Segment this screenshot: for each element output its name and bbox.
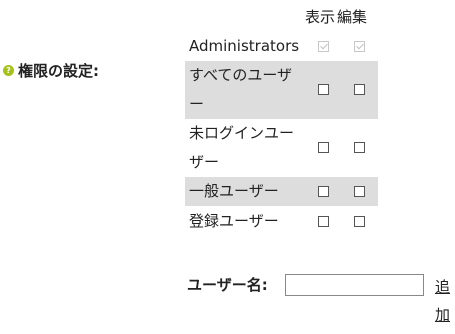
view-checkbox-administrators xyxy=(318,41,329,52)
permissions-section-label: ? 権限の設定: xyxy=(3,60,99,81)
add-user-link[interactable]: 追加 xyxy=(433,273,455,329)
role-row-all-users: すべてのユーザー xyxy=(185,61,378,119)
view-checkbox-anonymous[interactable] xyxy=(318,142,329,153)
role-name: 一般ユーザー xyxy=(189,182,279,200)
username-input[interactable] xyxy=(285,274,424,296)
help-icon[interactable]: ? xyxy=(3,65,14,76)
role-row-registered-users: 登録ユーザー xyxy=(185,206,378,237)
username-label: ユーザー名: xyxy=(187,276,268,294)
add-user-link-text: 追加 xyxy=(435,278,451,324)
edit-checkbox-anonymous[interactable] xyxy=(354,142,365,153)
permissions-label: 権限の設定: xyxy=(18,62,99,80)
permissions-table: Administrators すべてのユーザー 未ログインユーザー 一般ユーザー… xyxy=(185,32,378,237)
role-name: すべてのユーザー xyxy=(189,66,293,113)
role-name: 未ログインユーザー xyxy=(189,124,295,171)
view-checkbox-general-users[interactable] xyxy=(318,186,329,197)
role-row-anonymous: 未ログインユーザー xyxy=(185,119,378,177)
edit-checkbox-all-users[interactable] xyxy=(354,84,365,95)
edit-checkbox-general-users[interactable] xyxy=(354,186,365,197)
view-column-header: 表示 xyxy=(305,8,336,26)
edit-checkbox-registered-users[interactable] xyxy=(354,216,365,227)
role-row-administrators: Administrators xyxy=(185,32,378,61)
role-name: 登録ユーザー xyxy=(189,212,279,230)
role-row-general-users: 一般ユーザー xyxy=(185,177,378,206)
edit-column-header: 編集 xyxy=(337,8,368,26)
edit-checkbox-administrators xyxy=(354,41,365,52)
column-headers: 表示 編集 xyxy=(305,6,367,27)
view-checkbox-registered-users[interactable] xyxy=(318,216,329,227)
role-name: Administrators xyxy=(189,37,300,55)
view-checkbox-all-users[interactable] xyxy=(318,84,329,95)
